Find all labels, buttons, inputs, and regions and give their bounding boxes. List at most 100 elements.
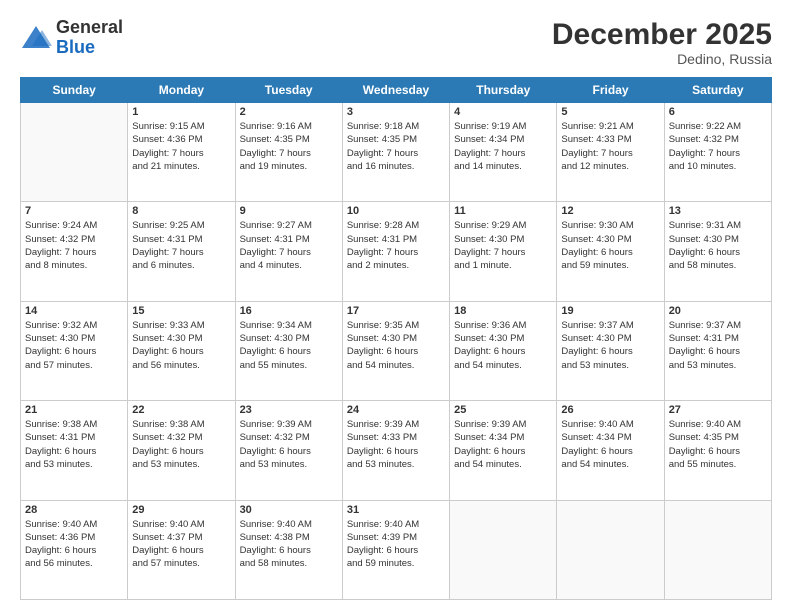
day-number: 5 <box>561 106 659 118</box>
table-row: 19 Sunrise: 9:37 AMSunset: 4:30 PMDayligh… <box>557 301 664 400</box>
day-details: Sunrise: 9:27 AMSunset: 4:31 PMDaylight:… <box>240 219 338 272</box>
col-sunday: Sunday <box>21 78 128 103</box>
calendar-week-row: 7Sunrise: 9:24 AMSunset: 4:32 PMDaylight… <box>21 202 772 301</box>
day-number: 10 <box>347 205 445 217</box>
table-row <box>557 500 664 599</box>
day-details: Sunrise: 9:39 AMSunset: 4:32 PMDaylight:… <box>240 418 338 471</box>
table-row: 24 Sunrise: 9:39 AMSunset: 4:33 PMDayligh… <box>342 401 449 500</box>
table-row: 16Sunrise: 9:34 AMSunset: 4:30 PMDayligh… <box>235 301 342 400</box>
table-row: 11 Sunrise: 9:29 AMSunset: 4:30 PMDayligh… <box>450 202 557 301</box>
col-friday: Friday <box>557 78 664 103</box>
table-row <box>664 500 771 599</box>
day-number: 1 <box>132 106 230 118</box>
day-details: Sunrise: 9:40 AMSunset: 4:34 PMDaylight:… <box>561 418 659 471</box>
table-row: 23Sunrise: 9:39 AMSunset: 4:32 PMDayligh… <box>235 401 342 500</box>
day-details: Sunrise: 9:36 AMSunset: 4:30 PMDaylight:… <box>454 319 552 372</box>
day-number: 24 <box>347 404 445 416</box>
day-details: Sunrise: 9:38 AMSunset: 4:31 PMDaylight:… <box>25 418 123 471</box>
day-number: 6 <box>669 106 767 118</box>
table-row <box>21 103 128 202</box>
day-details: Sunrise: 9:19 AMSunset: 4:34 PMDaylight:… <box>454 120 552 173</box>
day-details: Sunrise: 9:40 AMSunset: 4:38 PMDaylight:… <box>240 518 338 571</box>
day-details: Sunrise: 9:40 AMSunset: 4:36 PMDaylight:… <box>25 518 123 571</box>
day-number: 28 <box>25 504 123 516</box>
day-details: Sunrise: 9:38 AMSunset: 4:32 PMDaylight:… <box>132 418 230 471</box>
day-details: Sunrise: 9:40 AMSunset: 4:39 PMDaylight:… <box>347 518 445 571</box>
logo: General Blue <box>20 18 123 58</box>
table-row: 30 Sunrise: 9:40 AMSunset: 4:38 PMDayligh… <box>235 500 342 599</box>
day-details: Sunrise: 9:33 AMSunset: 4:30 PMDaylight:… <box>132 319 230 372</box>
day-number: 14 <box>25 305 123 317</box>
table-row: 4 Sunrise: 9:19 AMSunset: 4:34 PMDaylight… <box>450 103 557 202</box>
logo-text: General Blue <box>56 18 123 58</box>
table-row: 25Sunrise: 9:39 AMSunset: 4:34 PMDayligh… <box>450 401 557 500</box>
day-number: 7 <box>25 205 123 217</box>
table-row <box>450 500 557 599</box>
table-row: 15Sunrise: 9:33 AMSunset: 4:30 PMDayligh… <box>128 301 235 400</box>
day-number: 8 <box>132 205 230 217</box>
day-details: Sunrise: 9:37 AMSunset: 4:30 PMDaylight:… <box>561 319 659 372</box>
col-tuesday: Tuesday <box>235 78 342 103</box>
table-row: 27Sunrise: 9:40 AMSunset: 4:35 PMDayligh… <box>664 401 771 500</box>
day-details: Sunrise: 9:22 AMSunset: 4:32 PMDaylight:… <box>669 120 767 173</box>
table-row: 2Sunrise: 9:16 AMSunset: 4:35 PMDaylight… <box>235 103 342 202</box>
calendar-week-row: 1 Sunrise: 9:15 AMSunset: 4:36 PMDaylight… <box>21 103 772 202</box>
day-number: 29 <box>132 504 230 516</box>
calendar-week-row: 21 Sunrise: 9:38 AMSunset: 4:31 PMDayligh… <box>21 401 772 500</box>
day-number: 21 <box>25 404 123 416</box>
col-wednesday: Wednesday <box>342 78 449 103</box>
header: General Blue December 2025 Dedino, Russi… <box>20 18 772 67</box>
day-number: 27 <box>669 404 767 416</box>
day-number: 30 <box>240 504 338 516</box>
calendar-week-row: 14 Sunrise: 9:32 AMSunset: 4:30 PMDayligh… <box>21 301 772 400</box>
day-number: 25 <box>454 404 552 416</box>
title-block: December 2025 Dedino, Russia <box>552 18 772 67</box>
day-details: Sunrise: 9:37 AMSunset: 4:31 PMDaylight:… <box>669 319 767 372</box>
month-title: December 2025 <box>552 18 772 51</box>
day-details: Sunrise: 9:28 AMSunset: 4:31 PMDaylight:… <box>347 219 445 272</box>
col-monday: Monday <box>128 78 235 103</box>
table-row: 12Sunrise: 9:30 AMSunset: 4:30 PMDayligh… <box>557 202 664 301</box>
day-number: 22 <box>132 404 230 416</box>
table-row: 3Sunrise: 9:18 AMSunset: 4:35 PMDaylight… <box>342 103 449 202</box>
day-number: 12 <box>561 205 659 217</box>
table-row: 6 Sunrise: 9:22 AMSunset: 4:32 PMDaylight… <box>664 103 771 202</box>
day-details: Sunrise: 9:31 AMSunset: 4:30 PMDaylight:… <box>669 219 767 272</box>
logo-general: General <box>56 18 123 38</box>
day-details: Sunrise: 9:15 AMSunset: 4:36 PMDaylight:… <box>132 120 230 173</box>
day-details: Sunrise: 9:32 AMSunset: 4:30 PMDaylight:… <box>25 319 123 372</box>
table-row: 26 Sunrise: 9:40 AMSunset: 4:34 PMDayligh… <box>557 401 664 500</box>
page: General Blue December 2025 Dedino, Russi… <box>0 0 792 612</box>
logo-blue: Blue <box>56 38 123 58</box>
table-row: 31Sunrise: 9:40 AMSunset: 4:39 PMDayligh… <box>342 500 449 599</box>
calendar-header-row: Sunday Monday Tuesday Wednesday Thursday… <box>21 78 772 103</box>
table-row: 9 Sunrise: 9:27 AMSunset: 4:31 PMDaylight… <box>235 202 342 301</box>
table-row: 14 Sunrise: 9:32 AMSunset: 4:30 PMDayligh… <box>21 301 128 400</box>
table-row: 8 Sunrise: 9:25 AMSunset: 4:31 PMDaylight… <box>128 202 235 301</box>
day-number: 4 <box>454 106 552 118</box>
day-number: 9 <box>240 205 338 217</box>
table-row: 5 Sunrise: 9:21 AMSunset: 4:33 PMDaylight… <box>557 103 664 202</box>
day-number: 19 <box>561 305 659 317</box>
day-number: 16 <box>240 305 338 317</box>
table-row: 28 Sunrise: 9:40 AMSunset: 4:36 PMDayligh… <box>21 500 128 599</box>
table-row: 29 Sunrise: 9:40 AMSunset: 4:37 PMDayligh… <box>128 500 235 599</box>
day-number: 18 <box>454 305 552 317</box>
day-details: Sunrise: 9:16 AMSunset: 4:35 PMDaylight:… <box>240 120 338 173</box>
day-details: Sunrise: 9:40 AMSunset: 4:37 PMDaylight:… <box>132 518 230 571</box>
calendar-week-row: 28 Sunrise: 9:40 AMSunset: 4:36 PMDayligh… <box>21 500 772 599</box>
day-number: 17 <box>347 305 445 317</box>
day-details: Sunrise: 9:18 AMSunset: 4:35 PMDaylight:… <box>347 120 445 173</box>
day-details: Sunrise: 9:25 AMSunset: 4:31 PMDaylight:… <box>132 219 230 272</box>
col-saturday: Saturday <box>664 78 771 103</box>
day-details: Sunrise: 9:39 AMSunset: 4:33 PMDaylight:… <box>347 418 445 471</box>
col-thursday: Thursday <box>450 78 557 103</box>
day-details: Sunrise: 9:29 AMSunset: 4:30 PMDaylight:… <box>454 219 552 272</box>
table-row: 22 Sunrise: 9:38 AMSunset: 4:32 PMDayligh… <box>128 401 235 500</box>
day-details: Sunrise: 9:21 AMSunset: 4:33 PMDaylight:… <box>561 120 659 173</box>
day-number: 11 <box>454 205 552 217</box>
day-number: 26 <box>561 404 659 416</box>
table-row: 21 Sunrise: 9:38 AMSunset: 4:31 PMDayligh… <box>21 401 128 500</box>
logo-icon <box>20 24 52 52</box>
table-row: 18 Sunrise: 9:36 AMSunset: 4:30 PMDayligh… <box>450 301 557 400</box>
